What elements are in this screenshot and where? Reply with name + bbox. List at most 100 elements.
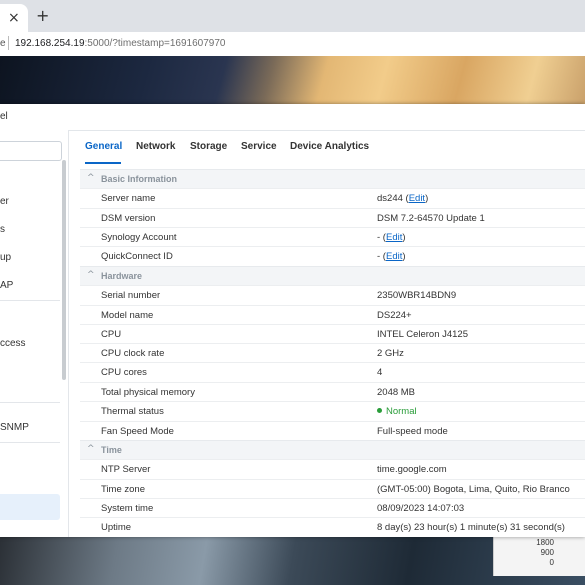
- synology-account-value: -: [377, 232, 381, 243]
- row-label: Synology Account: [101, 232, 177, 243]
- widget-value: 1800: [536, 538, 554, 547]
- row-label: NTP Server: [101, 464, 151, 475]
- info-row: Total physical memory 2048 MB: [80, 382, 585, 402]
- row-label: Time zone: [101, 484, 145, 495]
- row-value: Full-speed mode: [377, 426, 448, 437]
- chevron-up-icon: ^: [87, 270, 95, 280]
- new-tab-icon[interactable]: +: [36, 7, 49, 25]
- row-value: 4: [377, 367, 383, 378]
- info-row: Uptime 8 day(s) 23 hour(s) 1 minute(s) 3…: [80, 517, 585, 537]
- address-separator: [8, 36, 9, 50]
- row-label: System time: [101, 503, 154, 514]
- row-label: CPU clock rate: [101, 348, 165, 359]
- info-row: Server name ds244 (Edit): [80, 188, 585, 208]
- section-basic-information[interactable]: ^ Basic Information: [80, 169, 585, 189]
- sidebar-search-input[interactable]: [0, 141, 62, 161]
- row-label: QuickConnect ID: [101, 251, 173, 262]
- section-title: Hardware: [101, 271, 143, 281]
- url-text[interactable]: 192.168.254.19:5000/?timestamp=169160797…: [15, 38, 225, 49]
- sidebar-item[interactable]: s: [0, 224, 5, 235]
- row-value: (GMT-05:00) Bogota, Lima, Quito, Rio Bra…: [377, 484, 570, 495]
- row-label: Server name: [101, 193, 156, 204]
- edit-quickconnect-link[interactable]: Edit: [386, 251, 402, 262]
- row-value: 2048 MB: [377, 387, 416, 398]
- row-label: Thermal status: [101, 406, 164, 417]
- row-value: ds244 (Edit): [377, 193, 429, 204]
- sidebar-item[interactable]: ccess: [0, 338, 26, 349]
- info-row: CPU INTEL Celeron J4125: [80, 324, 585, 344]
- chevron-up-icon: ^: [87, 444, 95, 454]
- desktop-wallpaper: [0, 56, 585, 108]
- edit-server-name-link[interactable]: Edit: [409, 193, 425, 204]
- sidebar-divider: [0, 402, 60, 403]
- info-row: CPU clock rate 2 GHz: [80, 343, 585, 363]
- main-content: General Network Storage Service Device A…: [80, 130, 585, 537]
- info-row: Thermal status Normal: [80, 401, 585, 421]
- section-hardware[interactable]: ^ Hardware: [80, 266, 585, 286]
- row-value: 2350WBR14BDN9: [377, 290, 457, 301]
- sidebar-item[interactable]: er: [0, 196, 9, 207]
- info-row: Synology Account - (Edit): [80, 227, 585, 247]
- row-value: - (Edit): [377, 232, 406, 243]
- edit-synology-account-link[interactable]: Edit: [386, 232, 402, 243]
- row-label: Fan Speed Mode: [101, 426, 174, 437]
- close-tab-icon[interactable]: ×: [8, 10, 20, 26]
- thermal-status-text: Normal: [386, 406, 417, 417]
- info-row: DSM version DSM 7.2-64570 Update 1: [80, 208, 585, 228]
- info-row: NTP Server time.google.com: [80, 459, 585, 479]
- tab-network[interactable]: Network: [136, 141, 175, 152]
- status-dot-icon: [377, 408, 382, 413]
- sidebar-scrollbar[interactable]: [62, 160, 66, 380]
- thermal-status-value: Normal: [377, 406, 417, 417]
- chevron-up-icon: ^: [87, 173, 95, 183]
- row-label: Uptime: [101, 522, 132, 533]
- sidebar: er s up AP ccess SNMP: [0, 130, 69, 537]
- info-row: System time 08/09/2023 14:07:03: [80, 498, 585, 518]
- quickconnect-id-value: -: [377, 251, 381, 262]
- sidebar-item[interactable]: up: [0, 252, 11, 263]
- window-header: el: [0, 104, 585, 131]
- active-tab-indicator: [85, 162, 121, 164]
- row-value: INTEL Celeron J4125: [377, 329, 469, 340]
- row-value: 2 GHz: [377, 348, 404, 359]
- section-time[interactable]: ^ Time: [80, 440, 585, 460]
- tab-storage[interactable]: Storage: [190, 141, 227, 152]
- tab-service[interactable]: Service: [241, 141, 277, 152]
- sidebar-item[interactable]: SNMP: [0, 422, 29, 433]
- row-label: Serial number: [101, 290, 161, 301]
- address-bar[interactable]: e 192.168.254.19:5000/?timestamp=1691607…: [0, 32, 585, 57]
- sidebar-item[interactable]: AP: [0, 280, 13, 291]
- info-row: Time zone (GMT-05:00) Bogota, Lima, Quit…: [80, 479, 585, 499]
- tab-general[interactable]: General: [85, 141, 122, 152]
- section-title: Basic Information: [101, 174, 178, 184]
- window-title: el: [0, 111, 8, 122]
- server-name-value: ds244: [377, 193, 403, 204]
- row-value: DS224+: [377, 310, 412, 321]
- info-row: Model name DS224+: [80, 305, 585, 325]
- row-value: 08/09/2023 14:07:03: [377, 503, 465, 514]
- row-value: DSM 7.2-64570 Update 1: [377, 213, 485, 224]
- url-host: 192.168.254.19: [15, 38, 85, 49]
- row-label: Model name: [101, 310, 154, 321]
- row-value: 8 day(s) 23 hour(s) 1 minute(s) 31 secon…: [377, 522, 565, 533]
- url-path: :5000/?timestamp=1691607970: [84, 38, 226, 49]
- section-title: Time: [101, 445, 122, 455]
- row-label: DSM version: [101, 213, 156, 224]
- resource-monitor-widget: 1800 900 0: [493, 536, 585, 576]
- info-row: Fan Speed Mode Full-speed mode: [80, 421, 585, 441]
- row-label: Total physical memory: [101, 387, 195, 398]
- tab-device-analytics[interactable]: Device Analytics: [290, 141, 369, 152]
- widget-value: 900: [540, 548, 554, 557]
- row-label: CPU cores: [101, 367, 147, 378]
- row-label: CPU: [101, 329, 122, 340]
- address-prefix: e: [0, 38, 6, 49]
- browser-tab-bar: × +: [0, 0, 585, 32]
- sidebar-item-active[interactable]: [0, 494, 60, 520]
- info-row: CPU cores 4: [80, 362, 585, 382]
- sidebar-divider: [0, 300, 60, 301]
- row-value: - (Edit): [377, 251, 406, 262]
- row-value: time.google.com: [377, 464, 447, 475]
- browser-tab[interactable]: ×: [0, 4, 28, 32]
- info-row: Serial number 2350WBR14BDN9: [80, 285, 585, 305]
- info-center-window: el er s up AP ccess SNMP General Network…: [0, 104, 585, 537]
